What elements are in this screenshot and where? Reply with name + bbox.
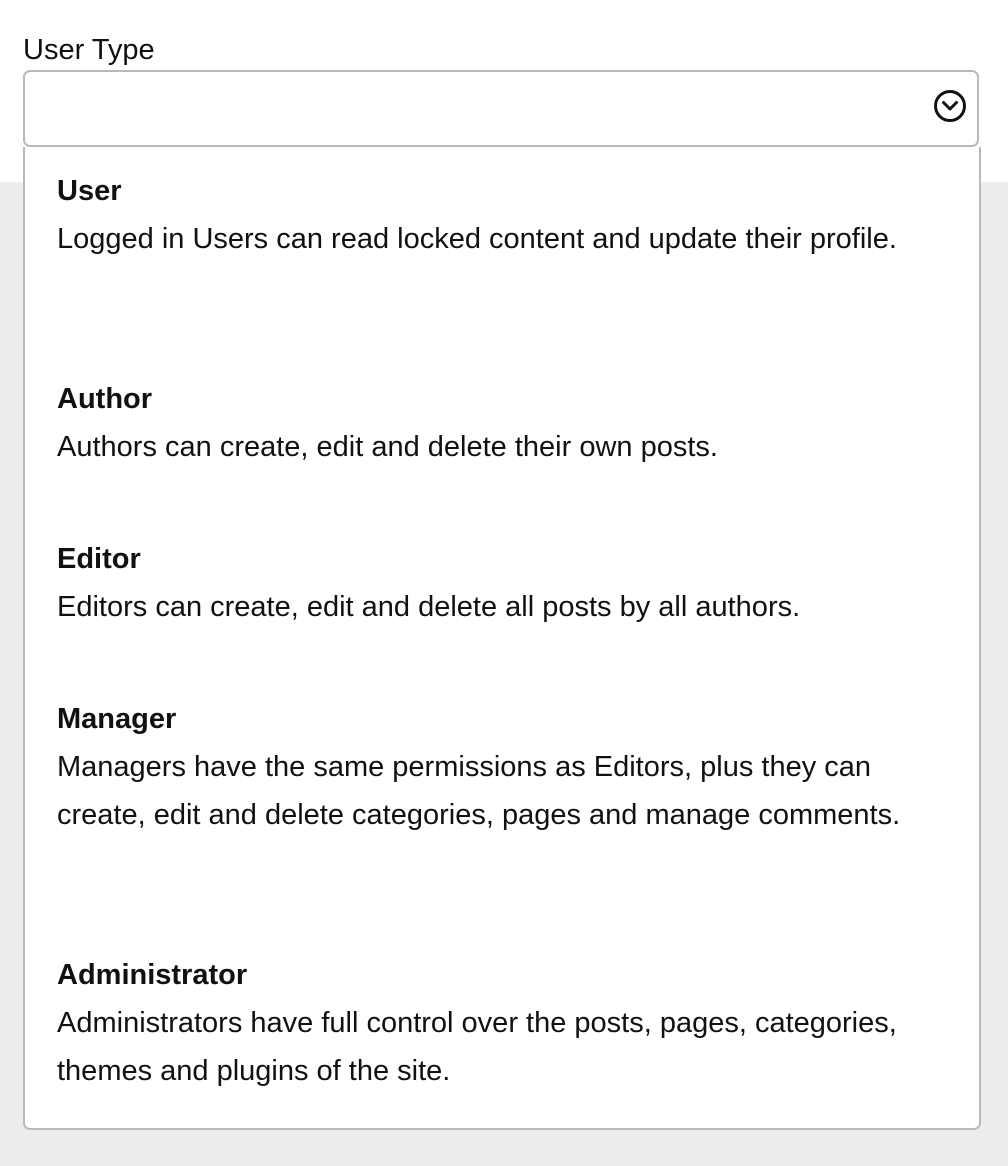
option-description: Administrators have full control over th… [57, 1007, 897, 1087]
option-title: Manager [57, 703, 177, 735]
option-administrator[interactable]: Administrator Administrators have full c… [57, 951, 917, 1095]
option-author[interactable]: Author Authors can create, edit and dele… [57, 375, 917, 471]
option-user[interactable]: User Logged in Users can read locked con… [57, 167, 917, 263]
user-type-dropdown-list: User Logged in Users can read locked con… [23, 147, 981, 1130]
user-type-label: User Type [23, 34, 155, 66]
user-type-select[interactable] [23, 70, 979, 147]
option-description: Managers have the same permissions as Ed… [57, 751, 901, 831]
option-title: Administrator [57, 959, 248, 991]
option-manager[interactable]: Manager Managers have the same permissio… [57, 695, 917, 839]
chevron-down-circle-icon[interactable] [932, 88, 968, 124]
option-title: Author [57, 383, 153, 415]
option-description: Editors can create, edit and delete all … [57, 591, 801, 623]
option-description: Logged in Users can read locked content … [57, 223, 897, 255]
option-editor[interactable]: Editor Editors can create, edit and dele… [57, 535, 917, 631]
option-description: Authors can create, edit and delete thei… [57, 431, 718, 463]
option-title: User [57, 175, 122, 207]
option-title: Editor [57, 543, 141, 575]
